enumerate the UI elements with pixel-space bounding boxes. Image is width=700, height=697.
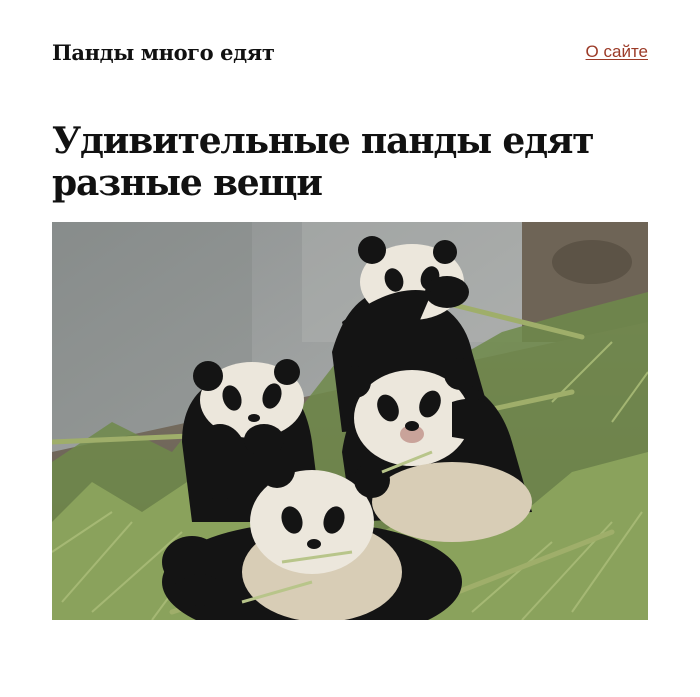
article-title: Удивительные панды едят разные вещи bbox=[52, 120, 595, 204]
pandas-eating-bamboo-icon bbox=[52, 222, 648, 620]
site-title[interactable]: Панды много едят bbox=[52, 38, 275, 68]
pandas-photo bbox=[52, 222, 648, 620]
about-link[interactable]: О сайте bbox=[586, 40, 648, 64]
site-header: Панды много едят О сайте bbox=[52, 38, 648, 70]
